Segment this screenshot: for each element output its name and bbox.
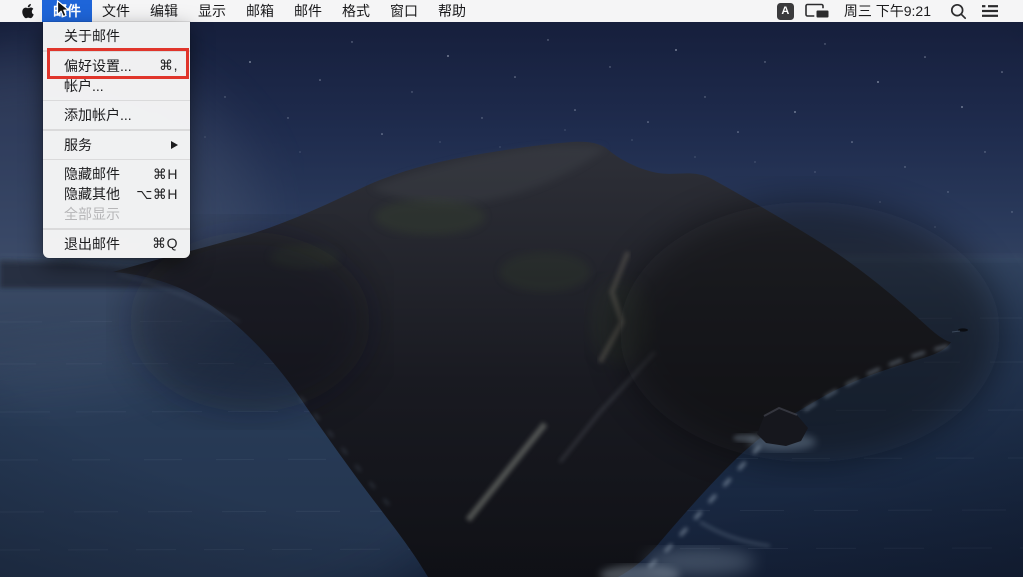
menu-separator [43, 100, 190, 102]
apple-logo-icon [21, 3, 34, 19]
menu-item-add-account[interactable]: 添加帐户... [43, 105, 190, 125]
menu-separator [43, 129, 190, 131]
menubar-item-view[interactable]: 显示 [188, 0, 236, 22]
shortcut-label: ⌥⌘H [136, 186, 178, 203]
menubar-item-format[interactable]: 格式 [332, 0, 380, 22]
menubar-clock[interactable]: 周三 下午9:21 [844, 1, 931, 21]
input-source-icon[interactable]: A [777, 3, 794, 20]
menu-item-show-all: 全部显示 [43, 204, 190, 224]
menubar-item-window[interactable]: 窗口 [380, 0, 428, 22]
menu-separator [43, 159, 190, 161]
apple-menu[interactable] [13, 0, 42, 22]
menubar-item-edit[interactable]: 编辑 [140, 0, 188, 22]
menu-item-hide-mail[interactable]: 隐藏邮件 ⌘H [43, 164, 190, 184]
menu-item-hide-others[interactable]: 隐藏其他 ⌥⌘H [43, 184, 190, 204]
menubar-item-help[interactable]: 帮助 [428, 0, 476, 22]
screen-mirroring-icon[interactable] [805, 3, 832, 20]
menubar-item-file[interactable]: 文件 [92, 0, 140, 22]
shortcut-label: ⌘Q [152, 235, 178, 252]
menubar-item-mailbox[interactable]: 邮箱 [236, 0, 284, 22]
menu-item-quit-mail[interactable]: 退出邮件 ⌘Q [43, 234, 190, 254]
mouse-cursor [56, 0, 72, 20]
menu-bar: 邮件 文件 编辑 显示 邮箱 邮件 格式 窗口 帮助 A 周三 下午9:21 [0, 0, 1023, 22]
annotation-highlight-box [47, 48, 189, 79]
notification-center-icon[interactable] [981, 4, 999, 18]
menu-item-about-mail[interactable]: 关于邮件 [43, 26, 190, 46]
desktop: 邮件 文件 编辑 显示 邮箱 邮件 格式 窗口 帮助 A 周三 下午9:21 [0, 0, 1023, 577]
shortcut-label: ⌘H [153, 166, 178, 183]
spotlight-search-icon[interactable] [950, 3, 967, 20]
submenu-arrow-icon [171, 141, 178, 149]
menu-item-services[interactable]: 服务 [43, 135, 190, 155]
menubar-item-message[interactable]: 邮件 [284, 0, 332, 22]
menu-separator [43, 228, 190, 230]
menubar-status-area: A 周三 下午9:21 [777, 0, 1023, 22]
